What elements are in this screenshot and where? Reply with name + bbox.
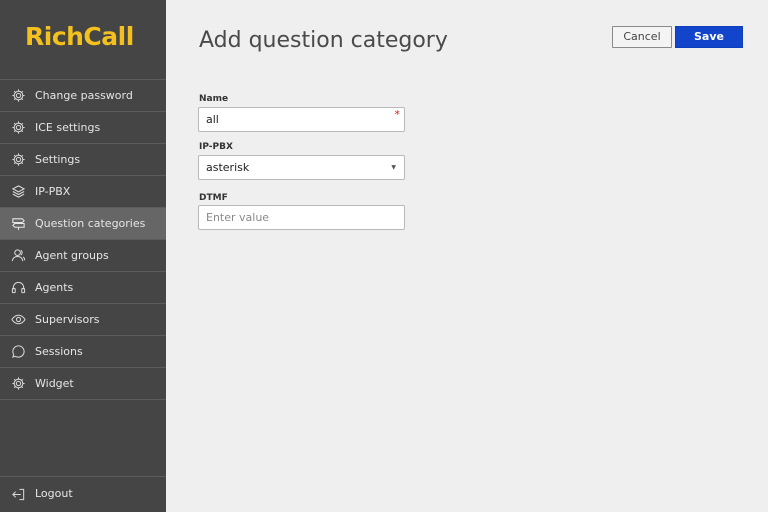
- ip-pbx-value: asterisk: [206, 161, 250, 174]
- save-button[interactable]: Save: [675, 26, 743, 48]
- dtmf-placeholder: Enter value: [206, 211, 270, 224]
- sidebar-item-label: Settings: [35, 153, 81, 166]
- dtmf-label: DTMF: [199, 193, 228, 203]
- page-title: Add question category: [199, 28, 448, 53]
- gear-icon: [11, 376, 26, 391]
- sidebar-item-ice-settings[interactable]: ICE settings: [0, 112, 166, 144]
- layers-icon: [11, 184, 26, 199]
- headset-icon: [11, 280, 26, 295]
- dtmf-field[interactable]: Enter value: [198, 205, 405, 230]
- sidebar-item-label: Change password: [35, 89, 133, 102]
- logout-icon: [11, 487, 26, 502]
- sidebar-item-ip-pbx[interactable]: IP-PBX: [0, 176, 166, 208]
- required-marker: *: [394, 108, 401, 121]
- logout-label: Logout: [35, 487, 73, 500]
- name-field[interactable]: all *: [198, 107, 405, 132]
- gear-icon: [11, 120, 26, 135]
- ip-pbx-label: IP-PBX: [199, 142, 233, 152]
- sidebar-item-change-password[interactable]: Change password: [0, 80, 166, 112]
- user-group-icon: [11, 248, 26, 263]
- chat-bubble-icon: [11, 344, 26, 359]
- sidebar-item-label: Sessions: [35, 345, 83, 358]
- sidebar-item-settings[interactable]: Settings: [0, 144, 166, 176]
- sidebar-item-label: Question categories: [35, 217, 146, 230]
- gear-icon: [11, 88, 26, 103]
- sidebar-item-label: IP-PBX: [35, 185, 71, 198]
- sidebar-nav: Change password ICE settings Settings IP…: [0, 79, 166, 400]
- sidebar-item-label: Agent groups: [35, 249, 109, 262]
- sidebar-item-agents[interactable]: Agents: [0, 272, 166, 304]
- sidebar-item-label: ICE settings: [35, 121, 101, 134]
- gear-icon: [11, 152, 26, 167]
- sidebar-item-question-categories[interactable]: Question categories: [0, 208, 166, 240]
- sidebar-item-label: Widget: [35, 377, 74, 390]
- signpost-icon: [11, 216, 26, 231]
- sidebar-item-supervisors[interactable]: Supervisors: [0, 304, 166, 336]
- name-value: all: [206, 113, 219, 126]
- chevron-down-icon: ▼: [391, 164, 396, 171]
- sidebar-item-agent-groups[interactable]: Agent groups: [0, 240, 166, 272]
- ip-pbx-select[interactable]: asterisk ▼: [198, 155, 405, 180]
- sidebar: RichCall Change password ICE settings Se…: [0, 0, 166, 512]
- sidebar-item-label: Supervisors: [35, 313, 100, 326]
- cancel-button[interactable]: Cancel: [612, 26, 672, 48]
- eye-icon: [11, 312, 26, 327]
- logout-button[interactable]: Logout: [0, 476, 166, 512]
- app-logo: RichCall: [25, 22, 134, 51]
- sidebar-item-label: Agents: [35, 281, 74, 294]
- sidebar-item-sessions[interactable]: Sessions: [0, 336, 166, 368]
- sidebar-item-widget[interactable]: Widget: [0, 368, 166, 400]
- name-label: Name: [199, 94, 229, 104]
